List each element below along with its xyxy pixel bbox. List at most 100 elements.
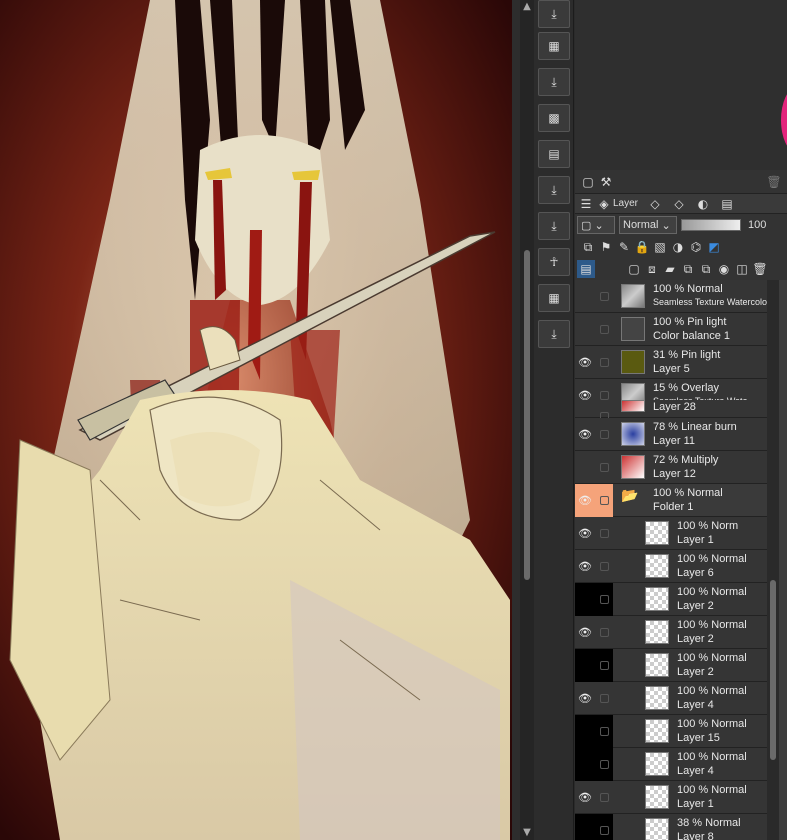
layer-lock-toggle[interactable]	[595, 517, 613, 550]
grid-button[interactable]: ▦	[538, 32, 570, 60]
tab-layer[interactable]: Layer	[613, 198, 638, 209]
layer-lock-toggle[interactable]	[595, 748, 613, 781]
artwork-canvas[interactable]	[0, 0, 512, 840]
draft-icon[interactable]: ✎	[615, 238, 633, 256]
visibility-eye-icon[interactable]: 👁	[575, 682, 595, 715]
visibility-eye-icon[interactable]	[575, 280, 595, 313]
clip-icon[interactable]: ⧉	[579, 238, 597, 256]
layer-lock-toggle[interactable]	[595, 715, 613, 748]
menu-icon[interactable]: ☰	[577, 195, 595, 213]
layer-thumbnail	[645, 752, 669, 776]
new-raster-icon[interactable]: ▢	[625, 260, 643, 278]
layer-list-scrollbar[interactable]	[767, 280, 779, 840]
visibility-eye-icon[interactable]: 👁	[575, 781, 595, 814]
tab-layer-search-icon[interactable]: ◇	[670, 195, 688, 213]
lock-transparent-icon[interactable]: ▧	[651, 238, 669, 256]
visibility-eye-icon[interactable]	[575, 814, 595, 840]
layer-list-scrollbar-thumb[interactable]	[770, 580, 776, 760]
visibility-eye-icon[interactable]: 👁	[575, 484, 595, 517]
layers-icon[interactable]: ◈	[595, 195, 613, 213]
import-button[interactable]: ⤓	[538, 0, 570, 28]
scrollbar-thumb[interactable]	[524, 250, 530, 580]
import-button-3[interactable]: ⤓	[538, 176, 570, 204]
layer-lock-toggle[interactable]	[595, 451, 613, 484]
visibility-eye-icon[interactable]	[575, 583, 595, 616]
visibility-eye-icon[interactable]: 👁	[575, 517, 595, 550]
trash-icon[interactable]: 🗑	[765, 173, 783, 191]
blend-mode-select[interactable]: Normal ⌄	[619, 216, 677, 234]
scroll-down-arrow-icon[interactable]: ▼	[520, 826, 534, 840]
layer-row[interactable]: 👁 100 % Norm Layer 1	[575, 517, 767, 550]
layer-lock-toggle[interactable]	[595, 550, 613, 583]
visibility-eye-icon[interactable]	[575, 451, 595, 484]
layer-row[interactable]: 👁 78 % Linear burn Layer 11	[575, 418, 767, 451]
layer-row[interactable]: 👁 📂 100 % Normal Folder 1	[575, 484, 767, 517]
new-layer-icon[interactable]: ▢	[579, 173, 597, 191]
layer-lock-toggle[interactable]	[595, 814, 613, 840]
new-folder-icon[interactable]: ▰	[661, 260, 679, 278]
visibility-eye-icon[interactable]	[575, 748, 595, 781]
layer-row[interactable]: 👁 100 % Normal Layer 4	[575, 682, 767, 715]
layer-lock-toggle[interactable]	[595, 616, 613, 649]
layer-row[interactable]: 38 % Normal Layer 8	[575, 814, 767, 840]
scroll-up-arrow-icon[interactable]: ▲	[520, 0, 534, 14]
layer-lock-toggle[interactable]	[595, 682, 613, 715]
tab-history-icon[interactable]: ▤	[718, 195, 736, 213]
ruler-button[interactable]: ▤	[538, 140, 570, 168]
layer-lock-toggle[interactable]	[595, 418, 613, 451]
layer-row[interactable]: 100 % Normal Layer 2	[575, 649, 767, 682]
merge-icon[interactable]: ⧉	[697, 260, 715, 278]
apply-mask-icon[interactable]: ◫	[733, 260, 751, 278]
import-button-4[interactable]: ⤓	[538, 212, 570, 240]
layer-row[interactable]: 100 % Normal Layer 2	[575, 583, 767, 616]
layer-row[interactable]: 👁 31 % Pin light Layer 5	[575, 346, 767, 379]
pattern-button[interactable]: ▩	[538, 104, 570, 132]
layer-row[interactable]: 👁 100 % Normal Layer 2	[575, 616, 767, 649]
download-icon: ⤓	[551, 74, 557, 89]
layer-row[interactable]: 100 % Normal Seamless Texture Watercolor	[575, 280, 767, 313]
visibility-eye-icon[interactable]	[575, 313, 595, 346]
layer-lock-toggle[interactable]	[595, 649, 613, 682]
layer-row[interactable]: 👁 100 % Normal Layer 1	[575, 781, 767, 814]
reference-icon[interactable]: ⚑	[597, 238, 615, 256]
lock-icon[interactable]: 🔒	[633, 238, 651, 256]
visibility-eye-icon[interactable]: 👁	[575, 418, 595, 451]
tab-animation-icon[interactable]: ◐	[694, 195, 712, 213]
grid-button-2[interactable]: ▦	[538, 284, 570, 312]
canvas-vertical-scrollbar[interactable]: ▲ ▼	[520, 0, 534, 840]
visibility-eye-icon[interactable]: 👁	[575, 616, 595, 649]
layer-view-icon[interactable]: ▤	[577, 260, 595, 278]
layer-row[interactable]: 100 % Normal Layer 4	[575, 748, 767, 781]
import-button-2[interactable]: ⤓	[538, 68, 570, 96]
new-vector-icon[interactable]: ⧈	[643, 260, 661, 278]
layer-row[interactable]: 100 % Normal Layer 15	[575, 715, 767, 748]
visibility-eye-icon[interactable]: 👁	[575, 550, 595, 583]
layer-row[interactable]: Layer 28	[575, 400, 767, 421]
layer-lock-toggle[interactable]	[595, 583, 613, 616]
pose-button[interactable]: ☥	[538, 248, 570, 276]
layer-lock-toggle[interactable]	[595, 280, 613, 313]
visibility-eye-icon[interactable]	[575, 649, 595, 682]
wrench-icon[interactable]: ⚒	[597, 173, 615, 191]
visibility-eye-icon[interactable]	[575, 715, 595, 748]
delete-layer-icon[interactable]: 🗑	[751, 260, 769, 278]
layer-row[interactable]: 👁 100 % Normal Layer 6	[575, 550, 767, 583]
ruler-range-icon[interactable]: ⌬	[687, 238, 705, 256]
layer-lock-toggle[interactable]	[595, 484, 613, 517]
color-icon[interactable]: ◩	[705, 238, 723, 256]
mask-add-icon[interactable]: ◉	[715, 260, 733, 278]
layer-row[interactable]: 100 % Pin light Color balance 1	[575, 313, 767, 346]
mask-icon[interactable]: ◑	[669, 238, 687, 256]
opacity-value[interactable]: 100	[745, 216, 775, 234]
visibility-eye-icon[interactable]: 👁	[575, 346, 595, 379]
opacity-slider[interactable]	[681, 219, 741, 231]
layer-lock-toggle[interactable]	[595, 346, 613, 379]
layer-lock-toggle[interactable]	[595, 781, 613, 814]
layer-row[interactable]: 72 % Multiply Layer 12	[575, 451, 767, 484]
tab-layer-property-icon[interactable]: ◇	[646, 195, 664, 213]
layer-lock-toggle[interactable]	[595, 313, 613, 346]
expression-color-select[interactable]: ▢ ⌄	[577, 216, 615, 234]
import-button-5[interactable]: ⤓	[538, 320, 570, 348]
layer-thumbnail	[645, 653, 669, 677]
transfer-icon[interactable]: ⧉	[679, 260, 697, 278]
